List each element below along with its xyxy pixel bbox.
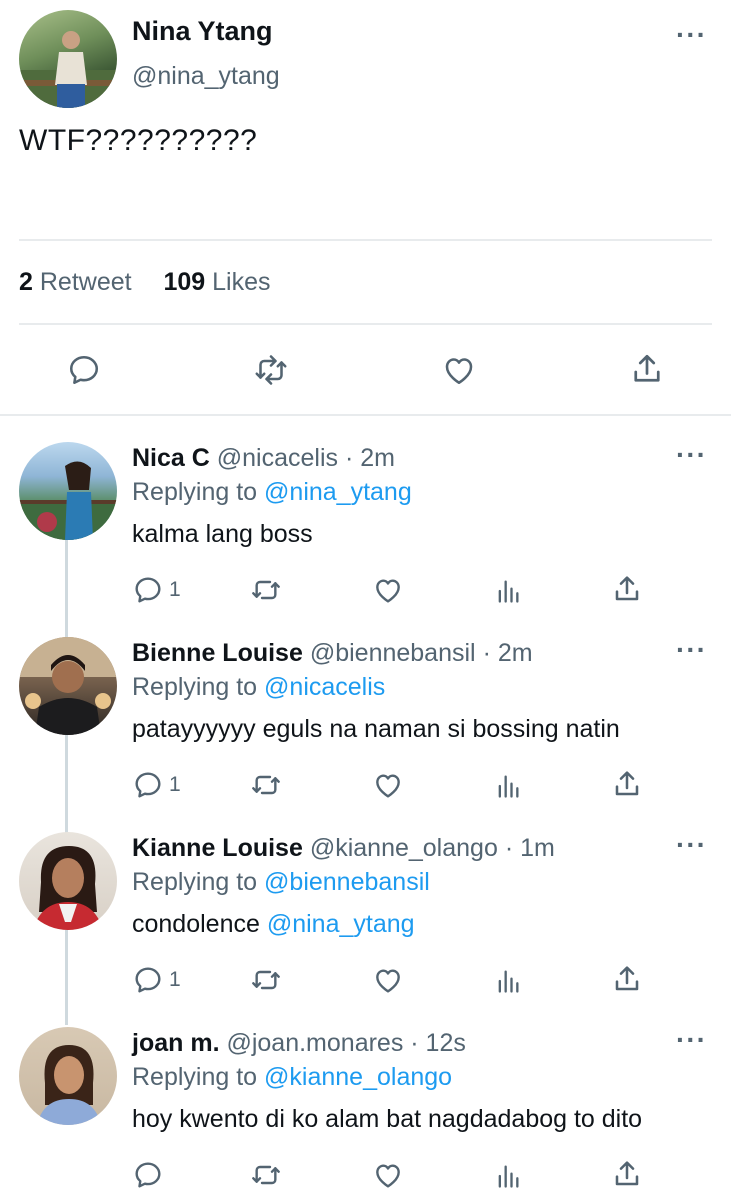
reply-time[interactable]: · 12s [410,1029,466,1057]
reply-text-body: hoy kwento di ko alam bat nagdadabog to … [132,1105,643,1133]
replying-mention[interactable]: @nina_ytang [264,478,412,506]
share-icon[interactable] [629,350,665,388]
share-icon[interactable] [611,572,643,606]
tweet-text: WTF?????????? [19,124,258,157]
replying-label: Replying to [132,673,258,701]
avatar[interactable] [19,442,117,540]
replying-label: Replying to [132,1063,258,1091]
reply-count: 1 [169,773,181,796]
share-icon[interactable] [611,1157,643,1191]
analytics-icon[interactable] [494,771,522,801]
more-icon[interactable]: ··· [676,636,706,667]
reply-text-body: kalma lang boss [132,520,313,548]
reply-author-name[interactable]: Kianne Louise [132,834,303,862]
retweet-icon[interactable] [249,964,283,996]
retweet-icon[interactable] [249,574,283,606]
avatar-photo [33,846,103,930]
reply-text-mention[interactable]: @nina_ytang [267,910,415,938]
retweet-icon[interactable] [249,1159,283,1191]
reply-author-name[interactable]: Nica C [132,444,210,472]
reply-icon[interactable] [132,574,164,606]
reply-icon[interactable] [66,352,102,388]
reply-author-handle[interactable]: @biennebansil [310,639,476,667]
heart-icon[interactable] [371,769,405,801]
heart-icon[interactable] [440,352,478,388]
reply-count: 1 [169,578,181,601]
replying-mention[interactable]: @biennebansil [264,868,430,896]
heart-icon[interactable] [371,1159,405,1191]
reply-count: 1 [169,968,181,991]
divider [0,414,731,416]
reply-author-name[interactable]: joan m. [132,1029,220,1057]
likes-count[interactable]: 109 [163,268,205,296]
heart-icon[interactable] [371,964,405,996]
analytics-icon[interactable] [494,966,522,996]
avatar-photo [19,637,117,735]
share-icon[interactable] [611,767,643,801]
avatar[interactable] [19,10,117,108]
author-handle[interactable]: @nina_ytang [132,62,280,91]
reply-time[interactable]: · 1m [505,834,555,862]
reply-icon[interactable] [132,1159,164,1191]
analytics-icon[interactable] [494,1161,522,1191]
share-icon[interactable] [611,962,643,996]
thread-line [65,735,68,835]
reply-text: condolence @nina_ytang [132,910,415,939]
replying-to: Replying to @biennebansil [132,868,430,897]
heart-icon[interactable] [371,574,405,606]
reply-time[interactable]: · 2m [345,444,395,472]
replying-to: Replying to @nicacelis [132,673,385,702]
reply-author-handle[interactable]: @joan.monares [226,1029,403,1057]
avatar-photo [19,31,117,108]
divider [19,323,712,325]
reply-author-handle[interactable]: @kianne_olango [310,834,498,862]
reply-text-body: patayyyyyy eguls na naman si bossing nat… [132,715,620,743]
thread-line [65,930,68,1025]
divider [19,239,712,241]
analytics-icon[interactable] [494,576,522,606]
retweet-label[interactable]: Retweet [40,268,132,296]
replying-to: Replying to @nina_ytang [132,478,412,507]
replying-to: Replying to @kianne_olango [132,1063,452,1092]
more-icon[interactable]: ··· [676,21,706,52]
retweet-icon[interactable] [249,769,283,801]
replying-mention[interactable]: @nicacelis [264,673,385,701]
retweet-count[interactable]: 2 [19,268,33,296]
avatar[interactable] [19,1027,117,1125]
author-name[interactable]: Nina Ytang [132,16,273,47]
more-icon[interactable]: ··· [676,1026,706,1057]
replying-label: Replying to [132,868,258,896]
reply-author-name[interactable]: Bienne Louise [132,639,303,667]
reply-text: kalma lang boss [132,520,313,549]
retweet-icon[interactable] [252,352,290,388]
reply-text: hoy kwento di ko alam bat nagdadabog to … [132,1105,642,1134]
avatar[interactable] [19,637,117,735]
more-icon[interactable]: ··· [676,441,706,472]
reply-time[interactable]: · 2m [483,639,533,667]
reply-author-handle[interactable]: @nicacelis [217,444,338,472]
avatar-photo [19,461,117,540]
reply-icon[interactable] [132,964,164,996]
tweet-stats: 2 Retweet 109 Likes [19,268,271,297]
likes-label[interactable]: Likes [212,268,270,296]
replying-label: Replying to [132,478,258,506]
avatar[interactable] [19,832,117,930]
thread-line [65,540,68,640]
reply-icon[interactable] [132,769,164,801]
replying-mention[interactable]: @kianne_olango [264,1063,452,1091]
reply-text-body: condolence [132,910,267,938]
avatar-photo [37,1045,101,1125]
reply-text: patayyyyyy eguls na naman si bossing nat… [132,715,620,744]
more-icon[interactable]: ··· [676,831,706,862]
